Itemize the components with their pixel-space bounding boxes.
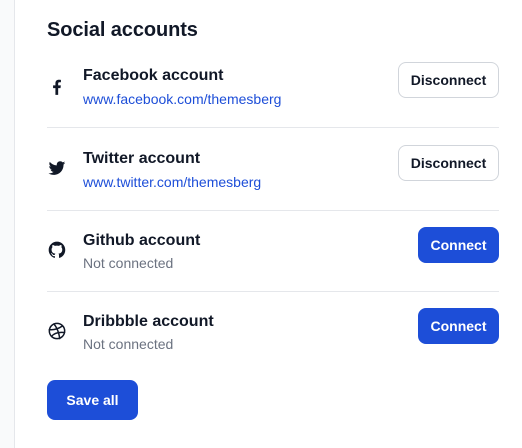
account-row-dribbble: Dribbble account Not connected Connect bbox=[47, 292, 499, 364]
section-title: Social accounts bbox=[47, 19, 198, 41]
account-status: Not connected bbox=[83, 336, 174, 352]
account-status: Not connected bbox=[83, 255, 174, 271]
account-link[interactable]: www.twitter.com/themesberg bbox=[83, 174, 261, 190]
account-name: Twitter account bbox=[83, 150, 201, 167]
account-link[interactable]: www.facebook.com/themesberg bbox=[83, 91, 281, 107]
social-accounts-card: Social accounts Facebook account www.fac… bbox=[14, 0, 522, 448]
account-row-twitter: Twitter account www.twitter.com/themesbe… bbox=[47, 128, 499, 211]
account-name: Facebook account bbox=[83, 67, 224, 84]
connect-button-github[interactable]: Connect bbox=[418, 227, 499, 263]
disconnect-button-twitter[interactable]: Disconnect bbox=[398, 145, 499, 181]
account-name: Github account bbox=[83, 232, 201, 249]
disconnect-button-facebook[interactable]: Disconnect bbox=[398, 62, 499, 98]
save-all-button[interactable]: Save all bbox=[47, 380, 138, 420]
github-icon bbox=[47, 240, 67, 260]
twitter-icon bbox=[47, 158, 67, 178]
account-name: Dribbble account bbox=[83, 313, 214, 330]
dribbble-icon bbox=[47, 321, 67, 341]
facebook-icon bbox=[47, 77, 67, 97]
connect-button-dribbble[interactable]: Connect bbox=[418, 308, 499, 344]
account-row-facebook: Facebook account www.facebook.com/themes… bbox=[47, 58, 499, 128]
account-row-github: Github account Not connected Connect bbox=[47, 211, 499, 292]
